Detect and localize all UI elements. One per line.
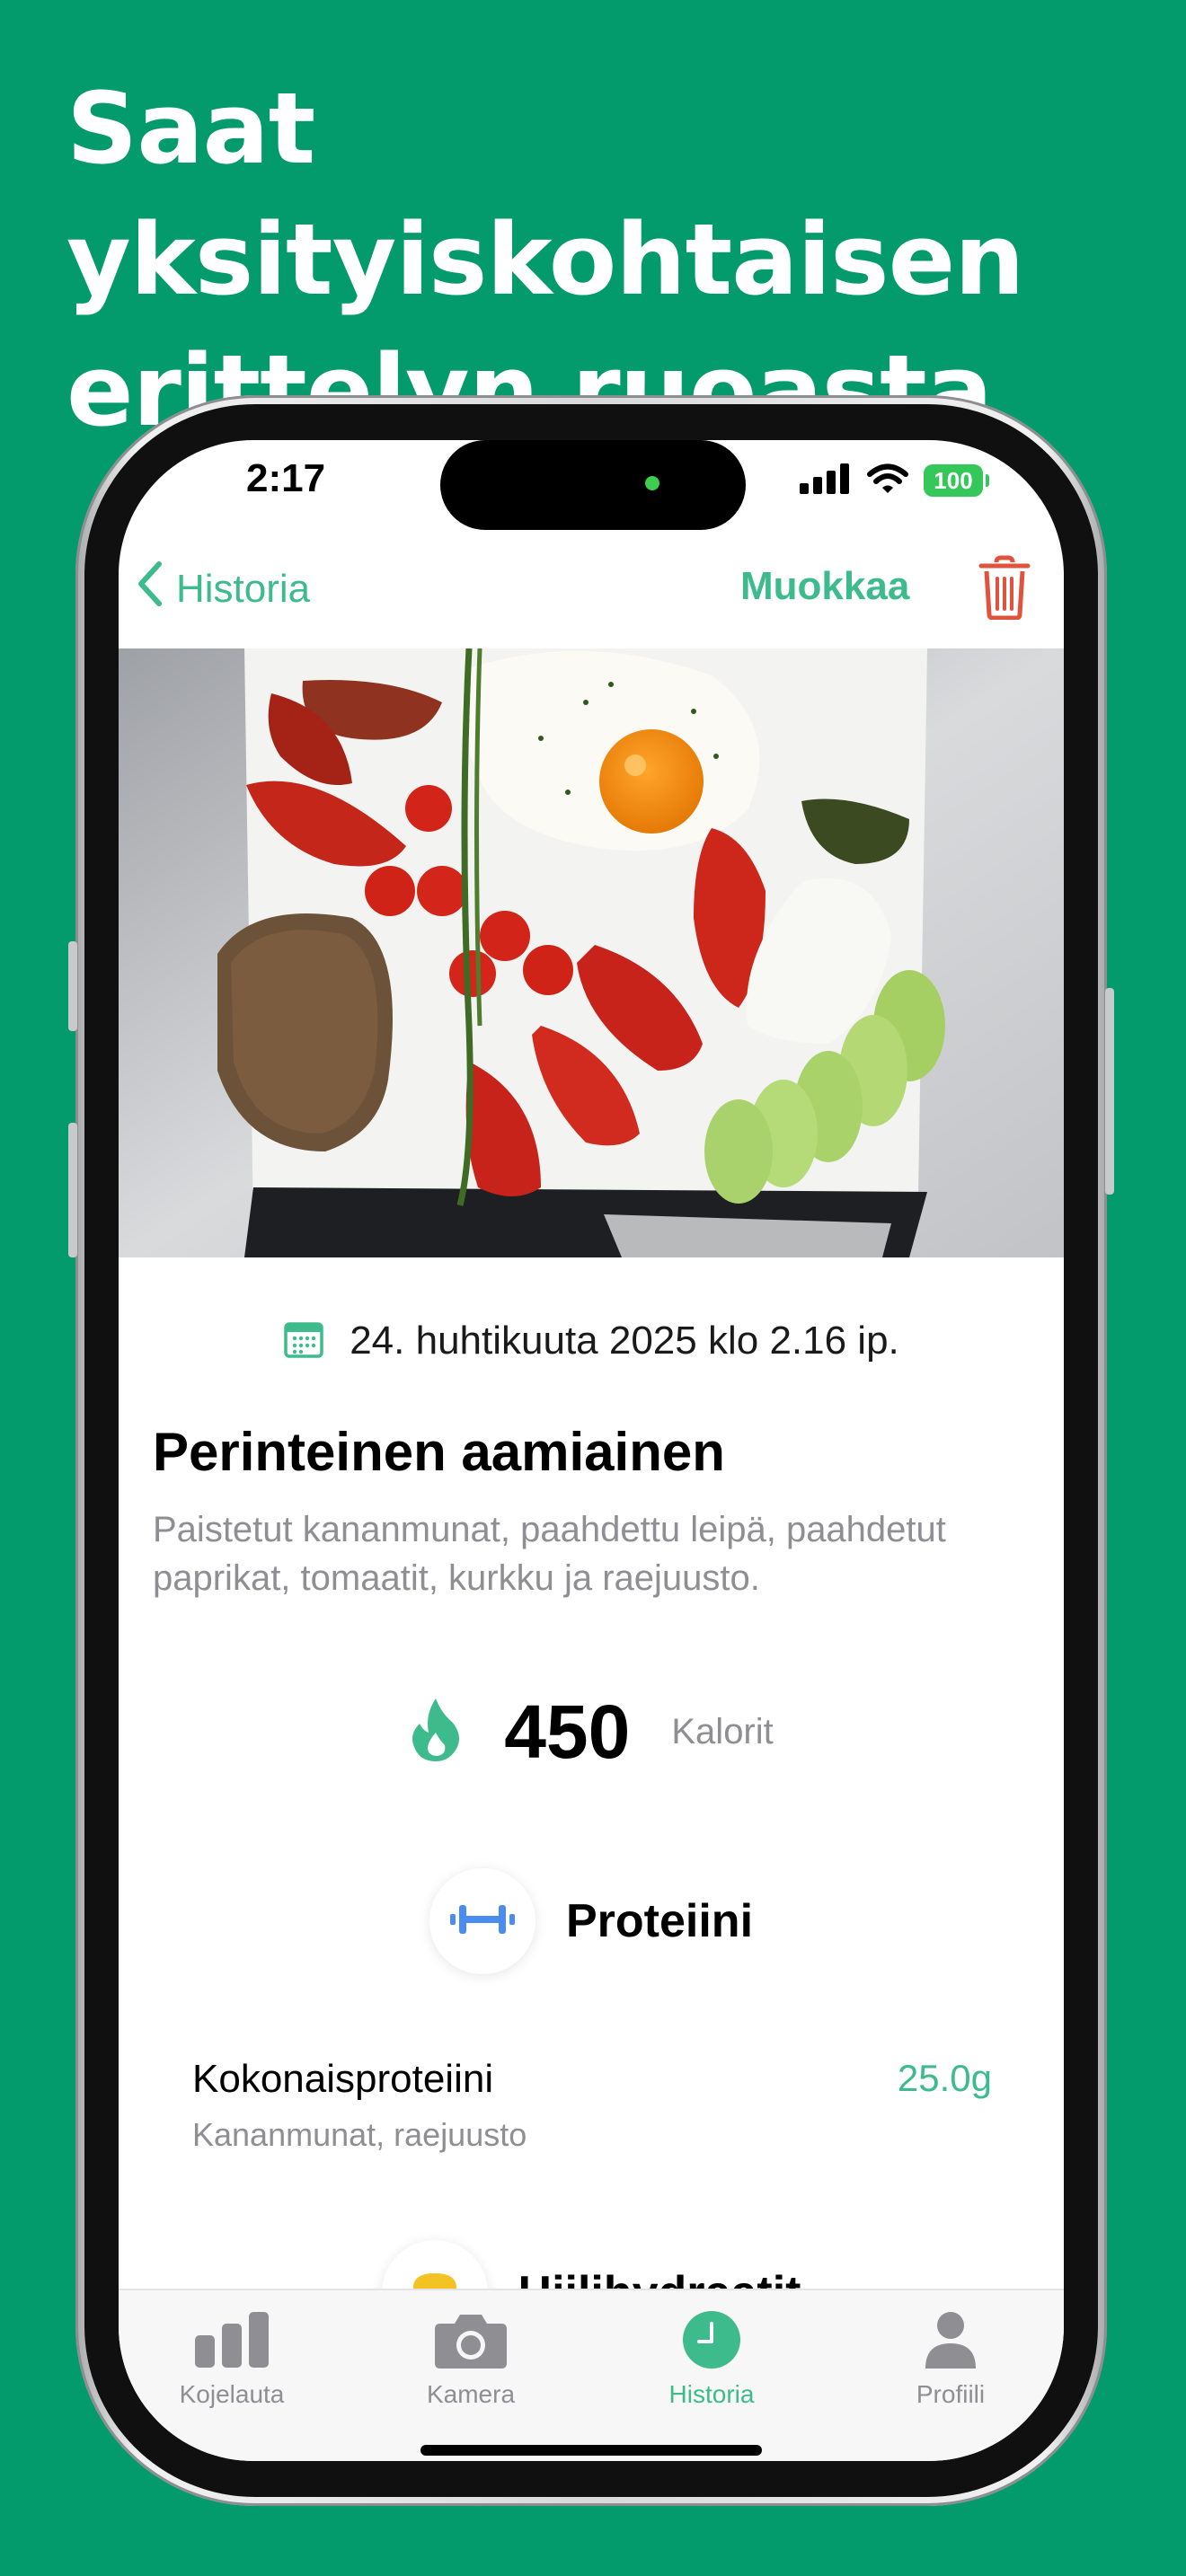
status-time: 2:17: [246, 456, 326, 500]
tab-dashboard[interactable]: Kojelauta: [142, 2308, 322, 2409]
flame-icon: [409, 1697, 463, 1768]
back-label: Historia: [176, 566, 311, 611]
protein-sources: Kananmunat, raejuusto: [192, 2116, 527, 2153]
tab-dashboard-label: Kojelauta: [179, 2380, 285, 2408]
meal-date: 24. huhtikuuta 2025 klo 2.16 ip.: [119, 1319, 1064, 1363]
phone-volume-up-button: [68, 1123, 77, 1257]
protein-section-header: Proteiini: [119, 1868, 1064, 1974]
phone-power-button: [1105, 988, 1114, 1195]
tab-profile-label: Profiili: [916, 2380, 986, 2408]
dumbbell-icon: [449, 1901, 515, 1942]
tab-camera[interactable]: Kamera: [381, 2308, 561, 2409]
meal-datetime: 24. huhtikuuta 2025 klo 2.16 ip.: [350, 1319, 899, 1363]
tab-history-label: Historia: [668, 2380, 755, 2408]
tab-history[interactable]: Historia: [622, 2308, 801, 2409]
protein-total-label: Kokonaisproteiini: [192, 2057, 494, 2101]
phone-action-button: [68, 941, 77, 1031]
delete-button[interactable]: [978, 555, 1031, 624]
protein-section-title: Proteiini: [565, 1895, 754, 1947]
cellular-signal-icon: [800, 463, 852, 498]
tab-camera-label: Kamera: [426, 2380, 516, 2408]
tab-bar: Kojelauta Kamera Historia Profiili: [119, 2289, 1064, 2461]
clock-icon: [622, 2308, 801, 2371]
app-screen: 2:17 100 Historia Muokkaa 24. huhtikuuta…: [119, 440, 1064, 2461]
status-indicators: 100: [800, 458, 989, 503]
wifi-icon: [866, 463, 909, 499]
calories-value: 450: [504, 1689, 631, 1774]
meal-title: Perinteinen aamiainen: [153, 1422, 725, 1482]
tab-profile[interactable]: Profiili: [861, 2308, 1040, 2409]
calories-summary: 450 Kalorit: [119, 1689, 1064, 1776]
camera-icon: [381, 2308, 561, 2371]
calories-label: Kalorit: [671, 1712, 774, 1751]
meal-description: Paistetut kananmunat, paahdettu leipä, p…: [153, 1510, 946, 1598]
navigation-bar: Historia Muokkaa: [119, 548, 1064, 629]
camera-indicator-dot: [645, 476, 659, 490]
battery-indicator: 100: [924, 464, 989, 497]
back-button[interactable]: Historia: [137, 560, 310, 617]
bar-chart-icon: [142, 2308, 322, 2371]
meal-photo: [119, 648, 1064, 1257]
trash-icon: [978, 555, 1031, 623]
home-indicator: [420, 2445, 762, 2456]
protein-icon-badge: [429, 1868, 535, 1974]
edit-button[interactable]: Muokkaa: [740, 564, 909, 609]
person-icon: [861, 2308, 1040, 2371]
calendar-icon: [283, 1319, 324, 1363]
chevron-left-icon: [137, 560, 164, 617]
protein-total-value: 25.0g: [897, 2057, 992, 2099]
dynamic-island: [440, 440, 746, 530]
